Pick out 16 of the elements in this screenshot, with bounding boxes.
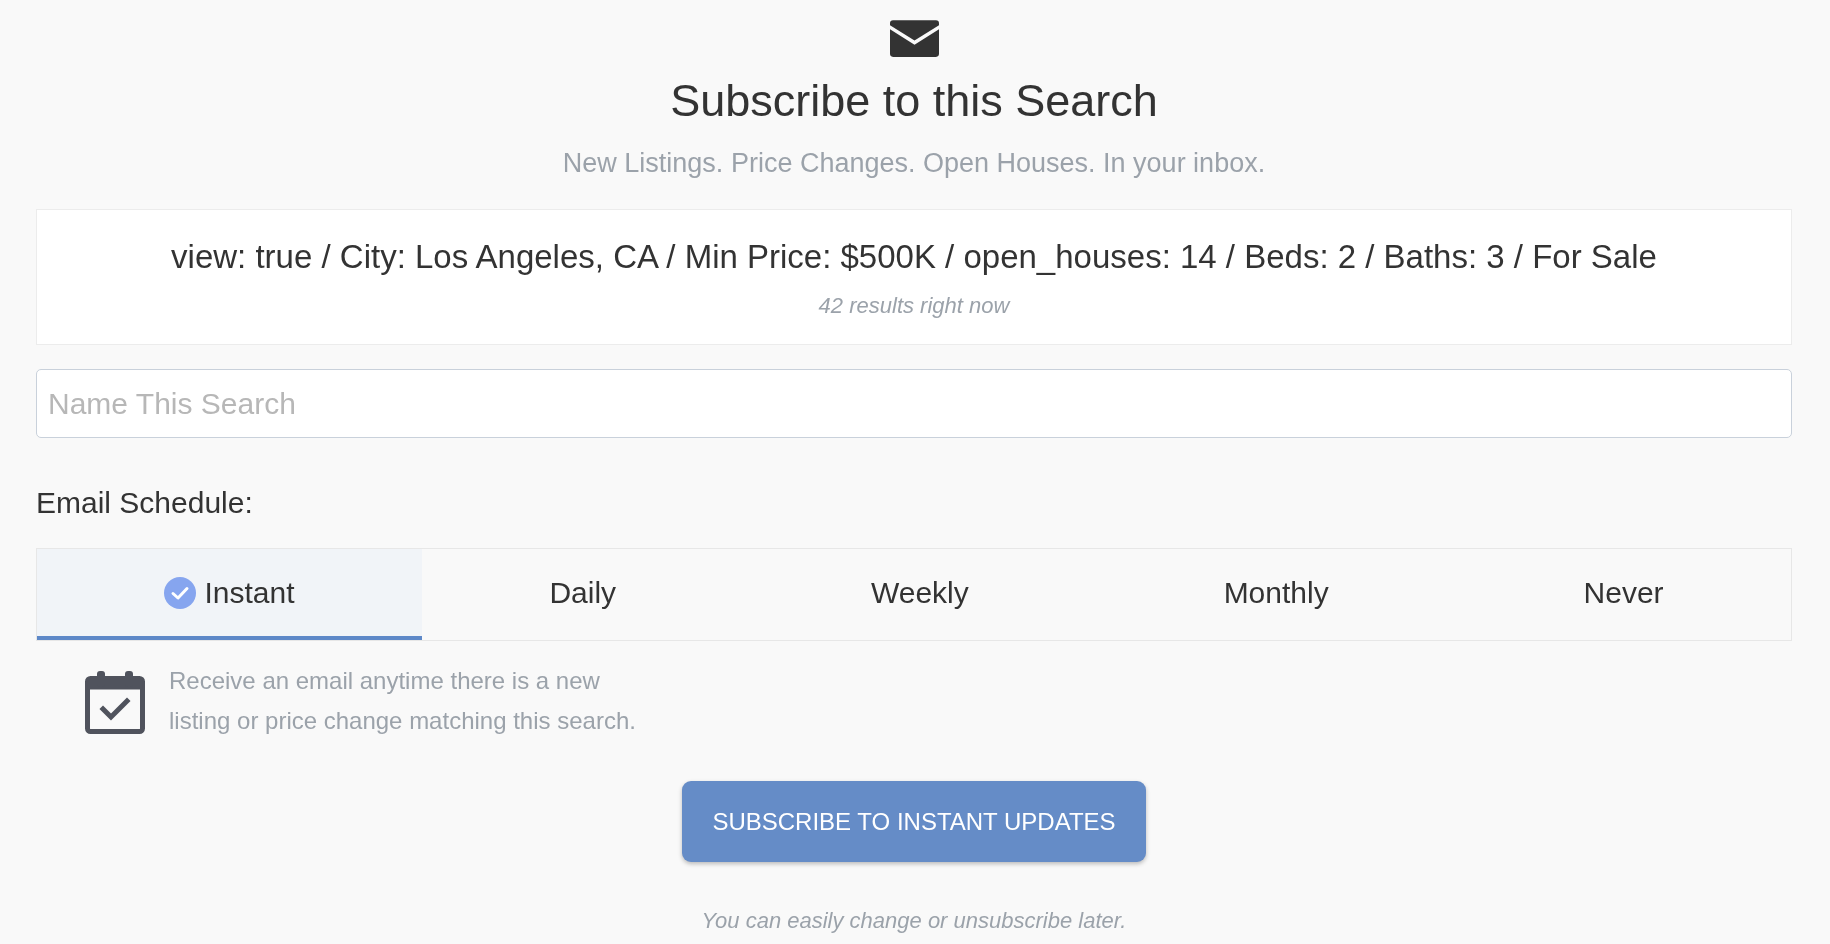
result-count-text: 42 results right now: [818, 292, 1010, 320]
schedule-tab[interactable]: Instant: [37, 549, 422, 640]
schedule-tab[interactable]: Never: [1456, 549, 1791, 640]
schedule-description: Receive an email anytime there is a new listing or price change matching this search.: [169, 666, 637, 736]
search-name-field[interactable]: Name This Search: [36, 369, 1792, 438]
footnote-text: You can easily change or unsubscribe later.: [700, 907, 1128, 935]
calendar-check-icon: [85, 670, 145, 734]
envelope-icon: [889, 20, 939, 57]
schedule-tab[interactable]: Weekly: [743, 549, 1097, 640]
schedule-tab[interactable]: Monthly: [1096, 549, 1457, 640]
search-criteria-text: view: true / City: Los Angeles, CA / Min Price: $500K / open_houses: 14 / Beds: 2 / Baths: 3 / For Sale: [171, 237, 1657, 277]
schedule-label: Email Schedule:: [36, 485, 254, 521]
schedule-tab[interactable]: Daily: [421, 549, 744, 640]
page-title: Subscribe to this Search: [670, 75, 1158, 127]
page-subtitle: New Listings. Price Changes. Open Houses. In your inbox.: [562, 147, 1266, 180]
check-circle-icon: [164, 576, 197, 609]
